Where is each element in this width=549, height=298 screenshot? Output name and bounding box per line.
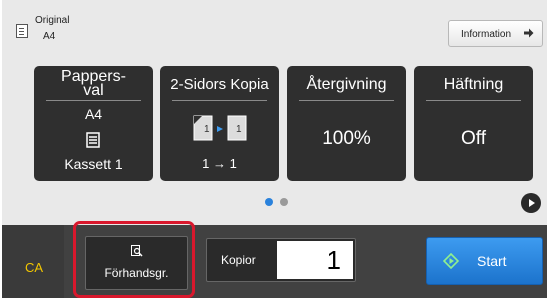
ca-button[interactable]: CA	[2, 225, 64, 298]
original-label: Original	[35, 15, 70, 26]
copies-field[interactable]: Kopior 1	[206, 238, 356, 282]
preview-highlight-frame	[73, 221, 195, 298]
tile-stapling[interactable]: Häftning Off	[414, 66, 533, 181]
tile-paper-size: A4	[84, 106, 103, 122]
svg-text:1: 1	[236, 124, 242, 135]
svg-text:1: 1	[204, 124, 210, 135]
tile-reproduction-title: Återgivning	[306, 76, 387, 93]
tile-duplex-copy[interactable]: 2-Sidors Kopia 1 1 1 → 1	[160, 66, 279, 181]
start-button[interactable]: Start	[426, 237, 543, 285]
ca-label: CA	[25, 260, 44, 275]
tile-paper-tray: Kassett 1	[64, 156, 123, 172]
paper-tray-icon	[86, 132, 100, 148]
tile-paper-title-2: val	[83, 82, 104, 99]
tile-duplex-divider	[172, 100, 267, 101]
duplex-copy-icon: 1 1	[193, 115, 247, 141]
tile-reproduction-divider	[299, 100, 394, 101]
tile-duplex-mode: 1 → 1	[202, 156, 237, 171]
tile-paper-divider	[46, 100, 141, 101]
page-dot-active[interactable]	[265, 198, 273, 206]
tile-duplex-title: 2-Sidors Kopia	[170, 76, 269, 93]
copies-input[interactable]: 1	[277, 241, 353, 279]
tile-stapling-value: Off	[461, 128, 486, 149]
start-label: Start	[477, 253, 507, 269]
next-page-icon[interactable]	[521, 193, 541, 213]
copies-label: Kopior	[221, 253, 256, 267]
original-doc-icon[interactable]	[16, 24, 28, 38]
tile-reproduction[interactable]: Återgivning 100%	[287, 66, 406, 181]
tile-stapling-title: Häftning	[443, 76, 504, 93]
start-diamond-icon	[443, 253, 459, 269]
page-dot[interactable]	[280, 198, 288, 206]
original-size: A4	[43, 31, 56, 42]
tile-stapling-divider	[426, 100, 521, 101]
information-button[interactable]: Information	[448, 20, 543, 47]
tile-paper-select[interactable]: Pappers- val A4 Kassett 1	[34, 66, 153, 181]
arrow-right-icon	[524, 28, 534, 38]
information-label: Information	[461, 29, 512, 40]
tile-reproduction-value: 100%	[322, 128, 371, 149]
